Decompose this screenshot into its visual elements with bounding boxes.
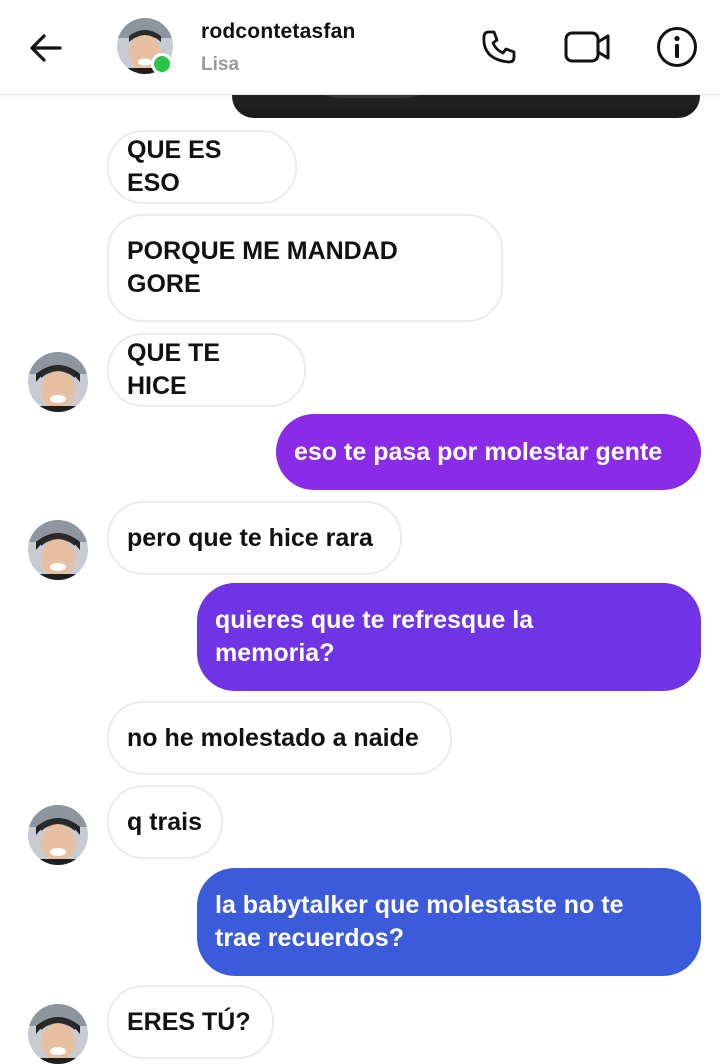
video-camera-icon — [564, 31, 610, 63]
chat-header: rodcontetasfan Lisa — [0, 0, 720, 95]
contact-avatar[interactable] — [28, 805, 88, 865]
message-incoming[interactable]: q trais — [107, 785, 223, 859]
phone-icon — [482, 30, 516, 64]
online-status-indicator — [151, 53, 173, 75]
message-outgoing[interactable]: la babytalker que molestaste no te trae … — [197, 868, 701, 976]
info-icon — [657, 27, 697, 67]
contact-avatar[interactable] — [28, 352, 88, 412]
message-incoming[interactable]: ERES TÚ? — [107, 985, 274, 1059]
message-incoming[interactable]: PORQUE ME MANDAD GORE — [107, 214, 503, 322]
contact-avatar[interactable] — [28, 1004, 88, 1064]
message-incoming[interactable]: QUE ES ESO — [107, 130, 297, 204]
video-call-button[interactable] — [562, 22, 612, 72]
conversation-info-button[interactable] — [652, 22, 702, 72]
contact-subtitle: Lisa — [201, 54, 240, 75]
chat-thread: QUE ES ESO PORQUE ME MANDAD GORE QUE TE … — [0, 0, 720, 1064]
message-outgoing[interactable]: quieres que te refresque la memoria? — [197, 583, 701, 691]
message-incoming[interactable]: pero que te hice rara — [107, 501, 402, 575]
message-incoming[interactable]: QUE TE HICE — [107, 333, 306, 407]
back-button[interactable] — [22, 24, 70, 72]
contact-name[interactable]: rodcontetasfan — [201, 20, 356, 44]
message-outgoing[interactable]: eso te pasa por molestar gente — [276, 414, 701, 490]
back-arrow-icon — [30, 34, 62, 62]
message-incoming[interactable]: no he molestado a naide — [107, 701, 452, 775]
audio-call-button[interactable] — [474, 22, 524, 72]
contact-avatar[interactable] — [28, 520, 88, 580]
